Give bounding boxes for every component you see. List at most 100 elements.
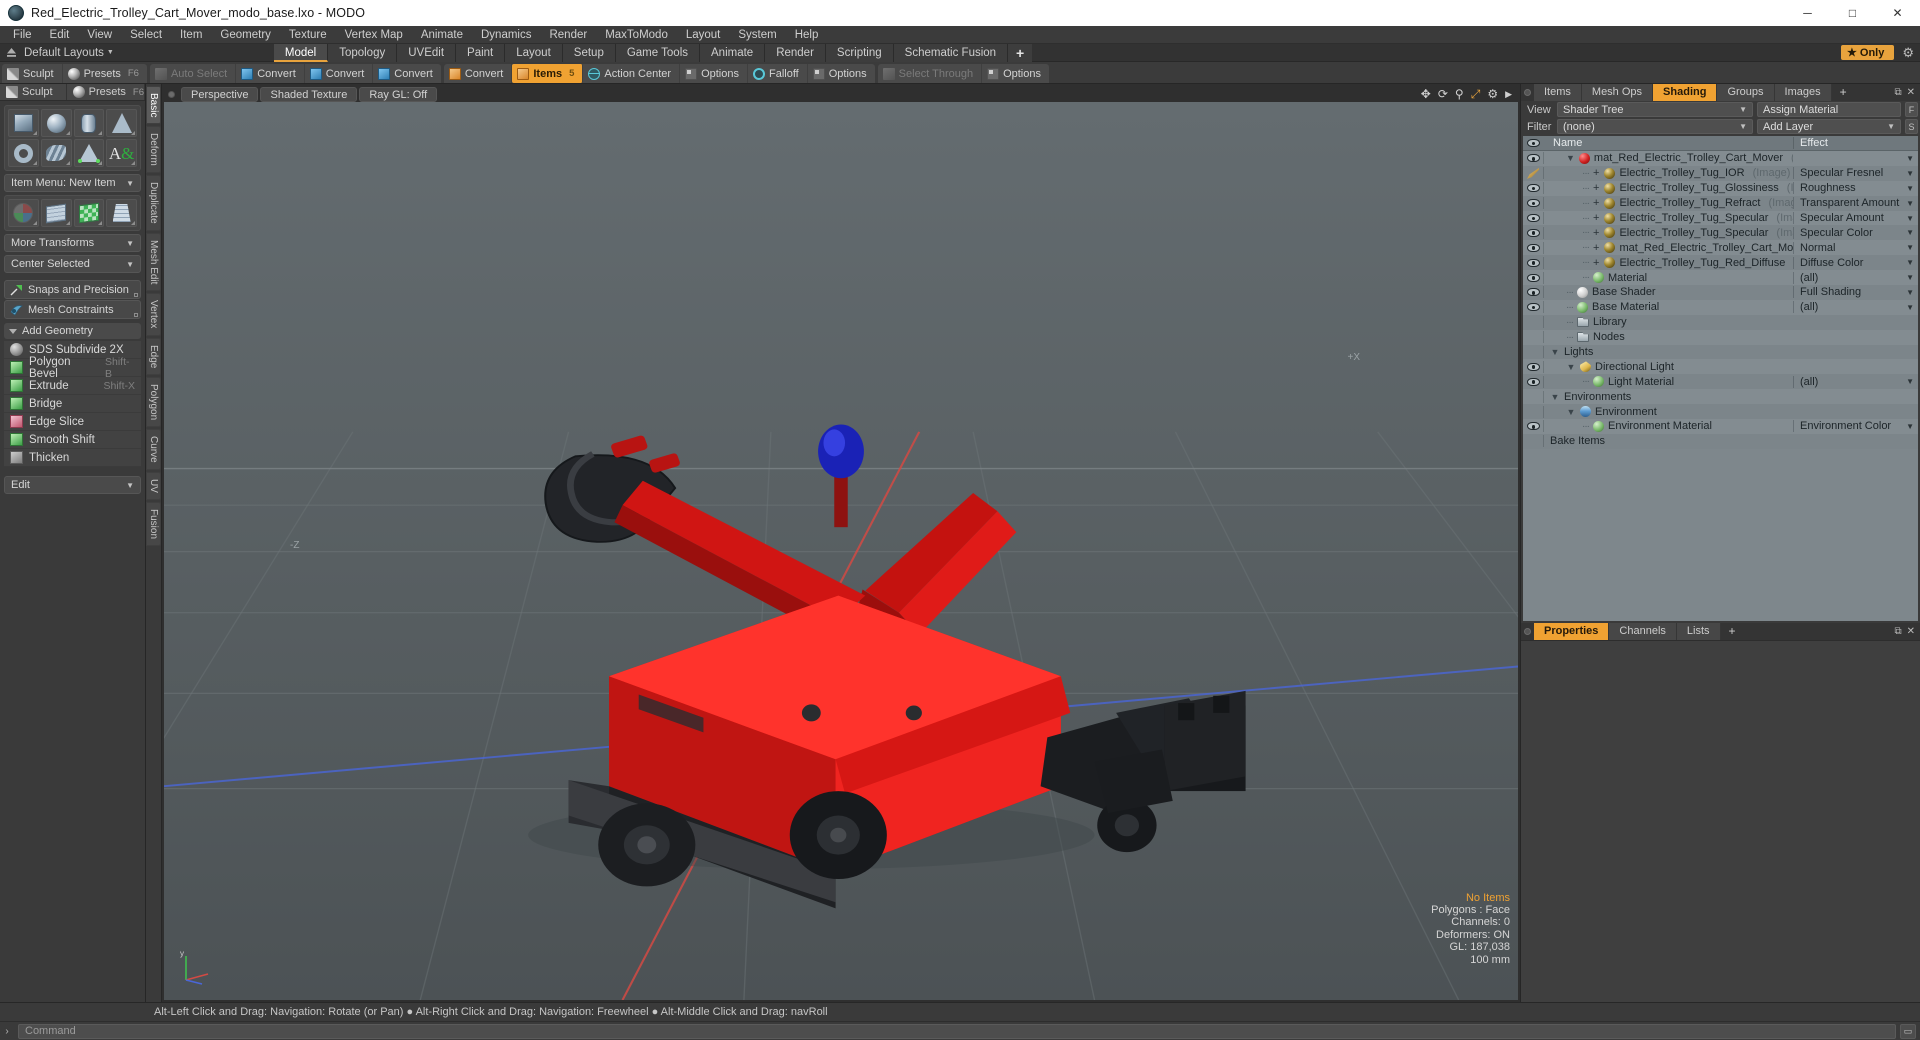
gear-icon[interactable]: ⚙ (1487, 88, 1498, 100)
snaps-and-precision-button[interactable]: Snaps and Precision (4, 280, 141, 299)
menu-render[interactable]: Render (540, 26, 596, 44)
toolbar-falloff[interactable]: Falloff (748, 64, 808, 83)
snaps-options-square[interactable] (134, 293, 138, 297)
shader-tree-row[interactable]: Bake Items (1523, 433, 1918, 449)
move-icon[interactable]: ✥ (1421, 88, 1431, 100)
expand-plus-icon[interactable]: + (1593, 197, 1599, 209)
viewport-3d[interactable]: +X -Z No Items Polygons : Face Channels:… (164, 102, 1518, 1000)
geometry-item-extrude[interactable]: Extrude Shift-X (4, 377, 141, 395)
add-bottom-tab-button[interactable]: + (1721, 623, 1744, 640)
fit-icon[interactable]: ⤢ (1471, 88, 1481, 100)
twirl-down-icon[interactable]: ▼ (1566, 362, 1576, 372)
command-arrow-icon[interactable]: › (0, 1026, 14, 1037)
menu-view[interactable]: View (78, 26, 121, 44)
vtab-duplicate[interactable]: Duplicate (146, 175, 161, 231)
panel-menu-dot[interactable] (1521, 84, 1534, 101)
eye-icon[interactable] (1523, 214, 1543, 222)
menu-geometry[interactable]: Geometry (211, 26, 280, 44)
polygon-pen-icon[interactable] (73, 139, 105, 167)
chevron-down-icon[interactable]: ▼ (1906, 303, 1914, 312)
chevron-down-icon[interactable]: ▼ (1906, 228, 1914, 237)
menu-layout[interactable]: Layout (677, 26, 730, 44)
shader-tree-row[interactable]: ··· Base Shader Full Shading ▼ (1523, 285, 1918, 300)
expand-plus-icon[interactable]: + (1593, 212, 1599, 224)
shader-tree-row[interactable]: ···+Electric_Trolley_Tug_Red_Diffuse(Ima… (1523, 255, 1918, 271)
cone-icon[interactable] (106, 109, 137, 137)
shader-tree-row[interactable]: ··· Environment Material Environment Color… (1523, 419, 1918, 434)
eye-icon[interactable] (1523, 258, 1543, 267)
toolbar-auto-select[interactable]: Auto Select (150, 64, 237, 83)
eye-icon[interactable] (1523, 422, 1543, 431)
vtab-fusion[interactable]: Fusion (146, 501, 161, 546)
view-dropdown[interactable]: Shader Tree ▼ (1557, 102, 1753, 117)
panel-popout-icon[interactable]: ⧉ (1894, 87, 1901, 98)
center-selected-dropdown[interactable]: Center Selected ▼ (4, 255, 141, 273)
tab-animate[interactable]: Animate (700, 43, 766, 62)
chevron-down-icon[interactable]: ▼ (1906, 422, 1914, 431)
expand-plus-icon[interactable]: + (1593, 167, 1599, 179)
menu-edit[interactable]: Edit (41, 26, 79, 44)
shader-tree-row-effect[interactable]: Specular Color ▼ (1793, 226, 1918, 239)
shader-tree-row-effect[interactable]: Transparent Amount ▼ (1793, 197, 1918, 210)
eye-icon[interactable] (1523, 377, 1543, 386)
shader-tree-row-effect[interactable]: Roughness ▼ (1793, 182, 1918, 195)
shader-tree-row[interactable]: ▼ Environments (1523, 389, 1918, 405)
geometry-item-edge-slice[interactable]: Edge Slice (4, 413, 141, 431)
menu-file[interactable]: File (4, 26, 41, 44)
vtab-mesh-edit[interactable]: Mesh Edit (146, 232, 161, 292)
tab-mesh-ops[interactable]: Mesh Ops (1581, 84, 1654, 101)
shader-tree-row[interactable]: ···+Electric_Trolley_Tug_Glossiness(Imag… (1523, 180, 1918, 196)
toolbar-convert-1[interactable]: Convert (236, 64, 305, 83)
tab-scripting[interactable]: Scripting (825, 43, 894, 62)
add-tab-button[interactable]: + (1008, 43, 1033, 62)
arrow-right-icon[interactable]: ▶ (1505, 89, 1512, 99)
item-menu-dropdown[interactable]: Item Menu: New Item ▼ (4, 174, 141, 192)
menu-maxtomodo[interactable]: MaxToModo (596, 26, 677, 44)
shader-tree-row[interactable]: ···+ Electric_Trolley_Tug_Specular (Image)… (1523, 225, 1918, 241)
edit-dropdown[interactable]: Edit ▼ (4, 476, 141, 494)
tab-layout[interactable]: Layout (505, 43, 563, 62)
shader-tree-row[interactable]: ▼ mat_Red_Electric_Trolley_Cart_Mover (Mat… (1523, 151, 1918, 166)
sphere-icon[interactable] (40, 109, 72, 137)
menu-system[interactable]: System (729, 26, 785, 44)
geometry-item-smooth-shift[interactable]: Smooth Shift (4, 431, 141, 449)
torus-icon[interactable] (8, 139, 39, 167)
shader-tree-row[interactable]: ▼ Directional Light (1523, 359, 1918, 375)
twirl-down-icon[interactable]: ▼ (1550, 392, 1560, 402)
chevron-down-icon[interactable]: ▼ (1906, 243, 1914, 252)
left-tab-presets[interactable]: Presets F6 (66, 84, 145, 100)
vtab-basic[interactable]: Basic (146, 86, 161, 125)
shader-tree-row[interactable]: ··· Base Material (all) ▼ (1523, 299, 1918, 315)
viewport-perspective-button[interactable]: Perspective (181, 86, 259, 102)
spiral-icon[interactable] (40, 139, 72, 167)
menu-select[interactable]: Select (121, 26, 171, 44)
tab-schematic-fusion[interactable]: Schematic Fusion (893, 43, 1009, 62)
chevron-down-icon[interactable]: ▼ (1906, 273, 1914, 282)
minimize-button[interactable]: ─ (1785, 0, 1830, 26)
menu-help[interactable]: Help (786, 26, 828, 44)
tab-groups[interactable]: Groups (1717, 84, 1775, 101)
toolbar-action-center[interactable]: Action Center (583, 64, 681, 83)
vtab-uv[interactable]: UV (146, 471, 161, 500)
panel-close-icon[interactable]: ✕ (1907, 626, 1915, 637)
eye-icon[interactable] (1523, 199, 1543, 208)
assign-material-f-button[interactable]: F (1905, 102, 1918, 117)
zoom-icon[interactable]: ⚲ (1455, 88, 1464, 100)
panel-popout-icon[interactable]: ⧉ (1894, 626, 1901, 637)
model-red-electric-trolley-cart-mover[interactable] (164, 102, 1518, 1000)
toolbar-options-2[interactable]: Options (808, 64, 875, 83)
shader-tree-row[interactable]: ··· Nodes (1523, 329, 1918, 345)
shader-tree-row-effect[interactable]: Environment Color ▼ (1793, 420, 1918, 433)
shader-tree-row-effect[interactable]: Diffuse Color ▼ (1793, 256, 1918, 269)
shader-tree-row[interactable]: ··· Material (all) ▼ (1523, 270, 1918, 286)
shader-tree-row-effect[interactable]: (all) ▼ (1793, 301, 1918, 314)
menu-dynamics[interactable]: Dynamics (472, 26, 540, 44)
tab-items[interactable]: Items (1534, 84, 1582, 101)
menu-animate[interactable]: Animate (412, 26, 472, 44)
tab-uvedit[interactable]: UVEdit (397, 43, 457, 62)
twirl-down-icon[interactable]: ▼ (1566, 407, 1576, 417)
vtab-vertex[interactable]: Vertex (146, 293, 161, 336)
expand-plus-icon[interactable]: + (1593, 242, 1599, 254)
add-layer-dropdown[interactable]: Add Layer ▼ (1757, 119, 1901, 134)
menu-vertex-map[interactable]: Vertex Map (336, 26, 412, 44)
